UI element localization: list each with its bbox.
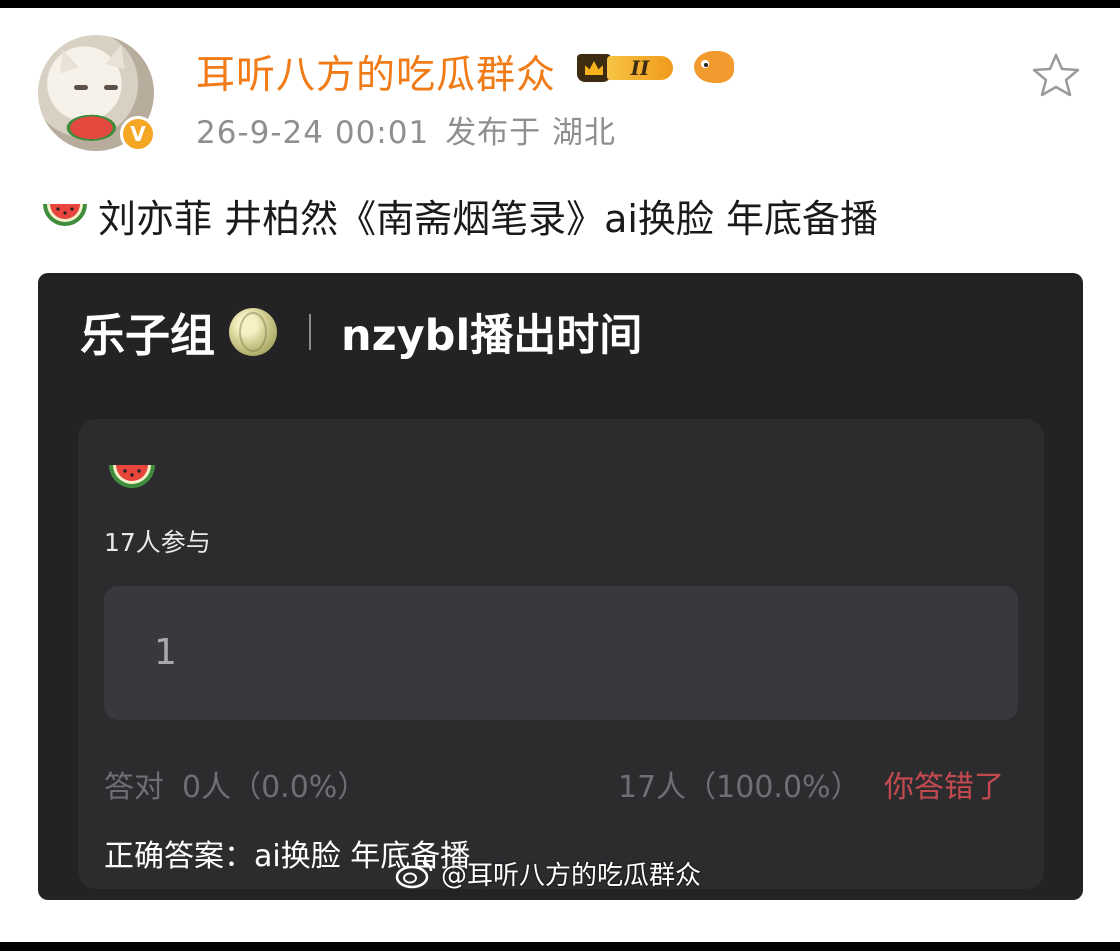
verified-badge-icon: V [120,116,156,152]
header-divider [309,313,312,350]
top-border [0,0,1120,8]
weibo-icon [395,861,433,888]
poll-option[interactable]: 1 [104,586,1018,720]
post-location: 发布于 湖北 [445,115,617,151]
avatar-eye-right [104,85,118,90]
post-meta: 26-9-24 00:01 发布于 湖北 [196,107,616,152]
correct-stats-label: 答对 [104,770,164,805]
watermark: @耳听八方的吃瓜群众 [395,855,701,892]
participant-count: 17人参与 [104,528,211,557]
option-stats: 17人（100.0%） [618,770,861,805]
fish-icon [694,51,734,83]
star-icon[interactable] [1030,52,1082,98]
bottom-border [0,942,1120,951]
avatar-ear-right [105,42,131,70]
poll-card-header: 乐子组 nzybl播出时间 [80,299,642,364]
watermark-text: @耳听八方的吃瓜群众 [441,861,702,891]
vip-crown-icon [577,54,611,82]
vip-badge[interactable]: II [577,50,687,86]
poll-box: 17人参与 1 答对 0人（0.0%） 17人（100.0%） 你答错了 正确答案… [78,419,1044,889]
avatar-ear-left [53,46,79,74]
vip-level: II [607,56,673,80]
correct-stats-value: 0人（0.0%） [182,770,368,805]
result-status: 你答错了 [884,770,1004,805]
poll-option-label: 1 [154,632,177,673]
poll-card[interactable]: 乐子组 nzybl播出时间 17人参与 1 答对 0人（0.0%） 17人（100… [38,273,1083,900]
watermelon-icon [43,203,87,226]
melon-icon [229,307,278,356]
watermelon-icon [109,465,155,488]
poll-title: nzybl播出时间 [341,310,643,361]
correct-stats: 答对 0人（0.0%） [104,762,367,806]
username[interactable]: 耳听八方的吃瓜群众 [196,44,556,100]
post-timestamp: 26-9-24 00:01 [196,115,430,151]
post-text: 刘亦菲 井柏然《南斋烟笔录》ai换脸 年底备播 [40,188,878,243]
group-name[interactable]: 乐子组 [80,299,215,364]
avatar-eye-left [74,85,88,90]
post-body: 刘亦菲 井柏然《南斋烟笔录》ai换脸 年底备播 [98,197,879,241]
